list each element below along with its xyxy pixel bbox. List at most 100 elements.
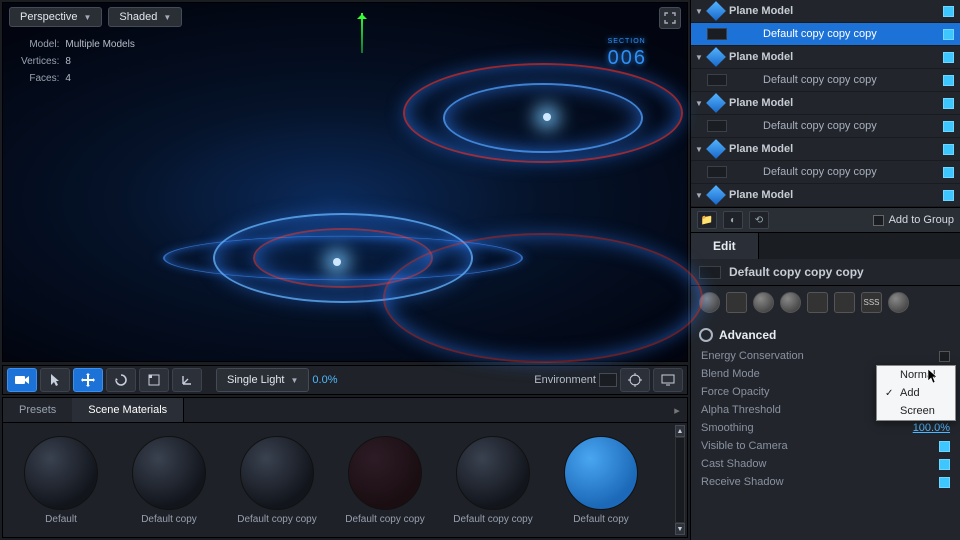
visibility-toggle[interactable] (943, 6, 954, 17)
cat-sss-icon[interactable]: SSS (861, 292, 882, 313)
y-axis-gizmo[interactable] (361, 13, 363, 53)
item-label: Default copy copy copy (733, 74, 939, 86)
hierarchy-model-item[interactable]: ▼Plane Model (691, 138, 960, 161)
target-button[interactable] (620, 368, 650, 392)
cat-light-icon[interactable] (834, 292, 855, 313)
expand-viewport-button[interactable] (659, 7, 681, 29)
add-link-button[interactable]: ⟲ (749, 211, 769, 229)
prop-cast-label: Cast Shadow (701, 458, 939, 470)
material-swatch-icon (707, 120, 727, 132)
light-mode-dropdown[interactable]: Single Light▼ (216, 368, 309, 392)
prop-energy-label: Energy Conservation (701, 350, 939, 362)
material-swatch[interactable]: Default copy (557, 436, 645, 525)
visibility-toggle[interactable] (943, 75, 954, 86)
section-advanced-header[interactable]: Advanced (691, 323, 960, 347)
visibility-toggle[interactable] (943, 98, 954, 109)
tab-scene-materials[interactable]: Scene Materials (72, 398, 184, 422)
scale-tool-button[interactable] (139, 368, 169, 392)
visibility-toggle[interactable] (943, 121, 954, 132)
material-swatch[interactable]: Default copy copy (449, 436, 537, 525)
model-icon (706, 47, 726, 67)
materials-scrollbar[interactable]: ▲ ▼ (675, 425, 685, 535)
blend-option-normal[interactable]: Normal (877, 366, 955, 384)
prop-smooth-label: Smoothing (701, 422, 913, 434)
object-swatch[interactable] (699, 266, 721, 279)
hierarchy-model-item[interactable]: ▼Plane Model (691, 0, 960, 23)
material-sphere[interactable] (348, 436, 422, 510)
material-sphere[interactable] (24, 436, 98, 510)
model-icon (706, 139, 726, 159)
gear-icon (699, 328, 713, 342)
item-label: Plane Model (729, 189, 939, 201)
light-value[interactable]: 0.0% (312, 374, 337, 386)
add-light-button[interactable]: ◐ (723, 211, 743, 229)
view-mode-dropdown[interactable]: Perspective▼ (9, 7, 102, 27)
blend-option-add[interactable]: ✓Add (877, 384, 955, 402)
environment-swatch[interactable] (599, 373, 617, 387)
hierarchy-material-item[interactable]: Default copy copy copy (691, 69, 960, 92)
visibility-toggle[interactable] (943, 167, 954, 178)
cursor-icon (927, 368, 939, 384)
prop-energy-checkbox[interactable] (939, 351, 950, 362)
material-sphere[interactable] (240, 436, 314, 510)
material-sphere[interactable] (456, 436, 530, 510)
cat-image-icon[interactable] (726, 292, 747, 313)
object-name: Default copy copy copy (729, 265, 864, 279)
cat-shading-icon[interactable] (753, 292, 774, 313)
material-label: Default copy copy (345, 514, 425, 525)
prop-recv-label: Receive Shadow (701, 476, 939, 488)
prop-recv-checkbox[interactable] (939, 477, 950, 488)
scroll-up-button[interactable]: ▲ (675, 425, 685, 437)
viewport[interactable]: SECTION006 Perspective▼ Shaded▼ Model:Mu… (2, 2, 688, 362)
hierarchy-model-item[interactable]: ▼Plane Model (691, 184, 960, 207)
material-swatch[interactable]: Default copy (125, 436, 213, 525)
hierarchy-material-item[interactable]: Default copy copy copy (691, 23, 960, 46)
material-label: Default copy copy (453, 514, 533, 525)
cat-alpha-icon[interactable] (807, 292, 828, 313)
visibility-toggle[interactable] (943, 190, 954, 201)
section-label: SECTION006 (608, 38, 647, 70)
material-sphere[interactable] (564, 436, 638, 510)
prop-viscam-checkbox[interactable] (939, 441, 950, 452)
hierarchy-model-item[interactable]: ▼Plane Model (691, 92, 960, 115)
material-swatch-icon (707, 74, 727, 86)
hierarchy-material-item[interactable]: Default copy copy copy (691, 115, 960, 138)
item-label: Default copy copy copy (733, 28, 939, 40)
axis-tool-button[interactable] (172, 368, 202, 392)
add-to-group-button[interactable]: Add to Group (873, 214, 954, 226)
camera-tool-button[interactable] (7, 368, 37, 392)
material-label: Default copy copy (237, 514, 317, 525)
hierarchy-material-item[interactable]: Default copy copy copy (691, 161, 960, 184)
material-swatch[interactable]: Default (17, 436, 105, 525)
scroll-down-button[interactable]: ▼ (675, 523, 685, 535)
prop-smooth-value[interactable]: 100.0% (913, 422, 950, 434)
material-swatch[interactable]: Default copy copy (233, 436, 321, 525)
cat-global-icon[interactable] (888, 292, 909, 313)
prop-cast-checkbox[interactable] (939, 459, 950, 470)
add-folder-button[interactable]: 📁 (697, 211, 717, 229)
visibility-toggle[interactable] (943, 52, 954, 63)
display-button[interactable] (653, 368, 683, 392)
item-label: Plane Model (729, 97, 939, 109)
shade-mode-dropdown[interactable]: Shaded▼ (108, 7, 182, 27)
visibility-toggle[interactable] (943, 144, 954, 155)
blend-option-screen[interactable]: Screen (877, 402, 955, 420)
select-tool-button[interactable] (40, 368, 70, 392)
panel-collapse-icon[interactable]: ▸ (667, 398, 687, 422)
rotate-tool-button[interactable] (106, 368, 136, 392)
material-swatch[interactable]: Default copy copy (341, 436, 429, 525)
visibility-toggle[interactable] (943, 29, 954, 40)
material-sphere[interactable] (132, 436, 206, 510)
item-label: Default copy copy copy (733, 166, 939, 178)
cat-env-icon[interactable] (780, 292, 801, 313)
tab-edit[interactable]: Edit (691, 233, 759, 259)
blend-mode-menu[interactable]: Normal ✓Add Screen (876, 365, 956, 421)
item-label: Default copy copy copy (733, 120, 939, 132)
move-tool-button[interactable] (73, 368, 103, 392)
hierarchy-model-item[interactable]: ▼Plane Model (691, 46, 960, 69)
item-label: Plane Model (729, 143, 939, 155)
environment-label: Environment (534, 374, 596, 386)
tab-presets[interactable]: Presets (3, 398, 72, 422)
material-label: Default (45, 514, 77, 525)
viewport-toolbar: Single Light▼ 0.0% Environment (2, 365, 688, 395)
